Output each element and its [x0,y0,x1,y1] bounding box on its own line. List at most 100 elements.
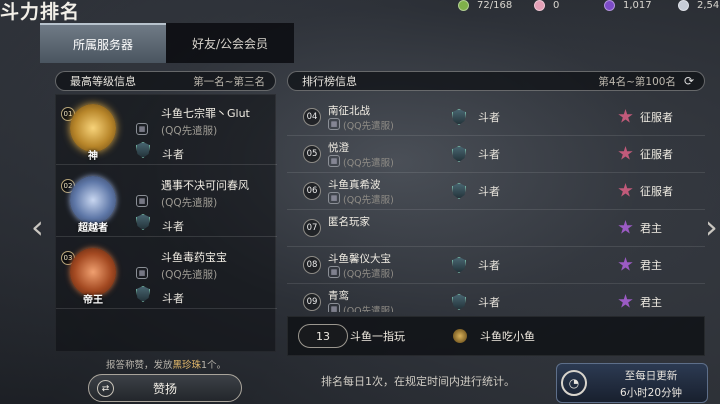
my-player-name: 斗鱼一指玩 [350,330,405,343]
player-name: 遇事不决可问春风 [161,179,249,192]
player-server: (QQ先遣服) [343,121,394,132]
badge-label: 超越者 [78,223,108,234]
player-name: 匿名玩家 [328,216,370,228]
server-icon: ▦ [328,266,340,278]
ranking-note: 排名每日1次，在规定时间内进行统计。 [321,375,515,388]
rank-number: 05 [303,145,321,163]
currency-purple-orb[interactable]: 1,017 [604,0,652,11]
player-title: 征服者 [640,185,673,198]
class-shield-icon [452,146,466,162]
lord-title-icon [618,220,633,234]
clock-icon: ◔ [561,370,587,396]
currency-value: 0 [553,0,560,11]
player-title: 征服者 [640,111,673,124]
player-class: 斗者 [162,148,184,161]
server-icon: ▦ [136,195,148,207]
server-icon: ▦ [328,192,340,204]
rank-number: 09 [303,293,321,311]
ranking-title: 排行榜信息 [302,75,357,88]
ranking-header: 排行榜信息 第4名~第100名 ⟳ [287,71,705,91]
server-icon: ▦ [328,303,340,312]
conqueror-title-icon [618,109,633,123]
server-icon: ▦ [136,123,148,135]
conqueror-title-icon [618,146,633,160]
silver-coin-icon [678,0,689,11]
ranking-row[interactable]: 06 斗鱼真希波 ▦ (QQ先遣服) 斗者 征服者 [287,173,705,210]
my-rank-row[interactable]: 13 斗鱼一指玩 斗鱼吃小鱼 [287,316,705,356]
server-icon: ▦ [136,267,148,279]
player-name: 斗鱼毒药宝宝 [161,251,227,264]
currency-silver-coin[interactable]: 2,542 [678,0,720,11]
class-shield-icon [452,183,466,199]
class-shield-icon [452,109,466,125]
top-player-row[interactable]: 03 帝王 斗鱼毒药宝宝 ▦ (QQ先遣服) 斗者 [56,239,277,309]
ranking-row[interactable]: 08 斗鱼馨仪大宝 ▦ (QQ先遣服) 斗者 君主 [287,247,705,284]
rank-badge-emperor-icon [70,248,116,296]
player-name: 斗鱼七宗罪丶Glut [161,107,250,120]
player-class: 斗者 [162,292,184,305]
top-player-row[interactable]: 01 神 斗鱼七宗罪丶Glut ▦ (QQ先遣服) 斗者 [56,95,277,165]
rank-number: 07 [303,219,321,237]
guild-emblem-icon [453,329,467,343]
player-server: (QQ先遣服) [343,158,394,169]
top-three-panel: 01 神 斗鱼七宗罪丶Glut ▦ (QQ先遣服) 斗者 02 超越者 遇事不决… [55,94,277,352]
currency-value: 1,017 [623,0,652,11]
player-name: 斗鱼馨仪大宝 [328,253,391,265]
top-level-header: 最高等级信息 第一名~第三名 [55,71,276,91]
top-level-range: 第一名~第三名 [193,75,265,88]
player-title: 君主 [640,259,662,272]
lord-title-icon [618,257,633,271]
ranking-row[interactable]: 04 南征北战 ▦ (QQ先遣服) 斗者 征服者 [287,99,705,136]
next-arrow-icon[interactable]: › [705,211,718,243]
update-label: 至每日更新 [624,370,678,382]
reward-suffix: 1个。 [201,360,227,371]
player-server: (QQ先遣服) [343,195,394,206]
badge-label: 神 [88,151,98,162]
player-title: 君主 [640,222,662,235]
ranking-row[interactable]: 05 悦澄 ▦ (QQ先遣服) 斗者 征服者 [287,136,705,173]
top-player-row[interactable]: 02 超越者 遇事不决可问春风 ▦ (QQ先遣服) 斗者 [56,167,277,237]
player-class: 斗者 [478,185,500,198]
player-name: 南征北战 [328,105,370,117]
previous-arrow-icon[interactable]: ‹ [31,211,44,243]
ranking-row[interactable]: 07 匿名玩家 君主 [287,210,705,247]
thumbs-up-icon: ⇄ [97,380,114,397]
reward-highlight: 黑珍珠 [172,360,202,371]
player-title: 征服者 [640,148,673,161]
top-level-title: 最高等级信息 [70,75,136,88]
player-name: 斗鱼真希波 [328,179,381,191]
rank-number: 08 [303,256,321,274]
ranking-list[interactable]: 04 南征北战 ▦ (QQ先遣服) 斗者 征服者 05 悦澄 ▦ (QQ先遣服)… [287,94,705,312]
player-name: 青鸾 [328,290,349,302]
reward-text: 报答称赞，发放黑珍珠1个。 [106,357,226,371]
like-button[interactable]: ⇄ 赞扬 [88,374,242,402]
ranking-row[interactable]: 09 青鸾 ▦ (QQ先遣服) 斗者 君主 [287,284,705,312]
ranking-range: 第4名~第100名 [598,75,676,88]
player-title: 君主 [640,296,662,309]
player-class: 斗者 [478,111,500,124]
tab-friends-guild[interactable]: 好友/公会会员 [166,23,294,63]
like-button-label: 赞扬 [152,381,177,396]
player-server: (QQ先遣服) [343,306,394,312]
class-shield-icon [136,214,150,230]
page-title: 斗力排名 [0,1,81,23]
currency-energy[interactable]: 72/168 [458,0,512,11]
player-server: (QQ先遣服) [161,197,218,209]
refresh-icon[interactable]: ⟳ [684,74,694,88]
pink-gem-icon [534,0,545,11]
player-server: (QQ先遣服) [161,269,218,281]
player-class: 斗者 [478,259,500,272]
rank-badge-god-icon [70,104,116,152]
tab-server[interactable]: 所属服务器 [40,23,166,63]
badge-label: 帝王 [83,295,103,306]
purple-orb-icon [604,0,615,11]
currency-value: 72/168 [477,0,513,11]
reward-prefix: 报答称赞，发放 [106,360,173,371]
player-class: 斗者 [162,220,184,233]
my-rank-number: 13 [298,324,348,348]
update-countdown: 6小时20分钟 [619,387,683,399]
energy-icon [458,0,469,11]
player-name: 悦澄 [328,142,349,154]
player-class: 斗者 [478,148,500,161]
currency-pink-gem[interactable]: 0 [534,0,559,11]
